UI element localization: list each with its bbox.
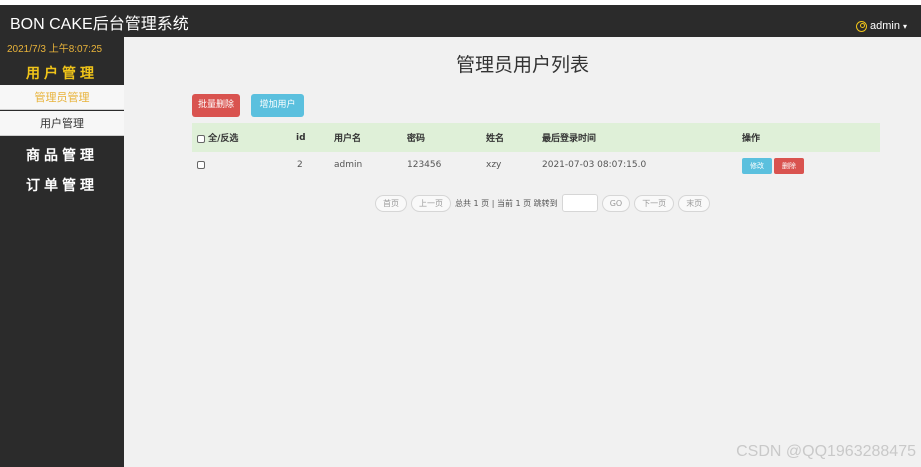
sidebar: 2021/7/3 上午8:07:25 用户管理 管理员管理 用户管理 商品管理 … xyxy=(0,37,124,467)
sidebar-item-user-management[interactable]: 用户管理 xyxy=(0,111,124,136)
select-all-checkbox[interactable] xyxy=(197,134,205,143)
table-row: 2 admin 123456 xzy 2021-07-03 08:07:15.0… xyxy=(192,152,880,178)
menu-order-management[interactable]: 订单管理 xyxy=(0,175,124,195)
top-bar: BON CAKE后台管理系统 admin ▾ xyxy=(0,5,921,37)
watermark: CSDN @QQ1963288475 xyxy=(736,443,916,460)
cell-username: admin xyxy=(334,160,363,170)
select-all-label: 全/反选 xyxy=(208,134,239,144)
edit-button[interactable]: 修改 xyxy=(742,158,772,174)
admin-table: 全/反选 id 用户名 密码 姓名 最后登录时间 操作 2 admin 1234… xyxy=(192,123,880,178)
main-content: 管理员用户列表 批量删除 增加用户 全/反选 id 用户名 密码 姓名 最后登录… xyxy=(124,37,921,467)
user-name: admin xyxy=(870,20,900,32)
menu-user-management[interactable]: 用户管理 xyxy=(0,63,124,83)
add-user-button[interactable]: 增加用户 xyxy=(251,94,304,117)
row-checkbox[interactable] xyxy=(197,160,205,170)
cell-id: 2 xyxy=(297,160,303,170)
select-all[interactable]: 全/反选 xyxy=(197,131,238,144)
batch-delete-button[interactable]: 批量删除 xyxy=(192,94,240,117)
page-jump-input[interactable] xyxy=(561,194,598,212)
table-header: 全/反选 id 用户名 密码 姓名 最后登录时间 操作 xyxy=(192,123,880,152)
cell-name: xzy xyxy=(486,160,502,170)
first-page-button[interactable]: 首页 xyxy=(375,194,407,212)
col-name: 姓名 xyxy=(486,134,505,144)
cell-last-login: 2021-07-03 08:07:15.0 xyxy=(542,160,647,170)
col-id: id xyxy=(296,132,306,143)
user-icon xyxy=(856,20,868,32)
user-menu[interactable]: admin ▾ xyxy=(856,20,907,32)
clock: 2021/7/3 上午8:07:25 xyxy=(7,44,103,55)
col-last-login: 最后登录时间 xyxy=(542,134,597,144)
col-username: 用户名 xyxy=(334,134,362,144)
pagination: 首页 上一页 总共 1 页 | 当前 1 页 跳转到 GO 下一页 末页 xyxy=(375,194,711,212)
sidebar-item-admin-management[interactable]: 管理员管理 xyxy=(0,85,124,110)
go-button[interactable]: GO xyxy=(601,194,631,212)
page-title: 管理员用户列表 xyxy=(455,54,589,76)
page-info: 总共 1 页 | 当前 1 页 跳转到 xyxy=(455,198,558,208)
delete-button[interactable]: 删除 xyxy=(774,158,804,174)
cell-password: 123456 xyxy=(407,160,442,170)
app-title: BON CAKE后台管理系统 xyxy=(10,16,189,33)
last-page-button[interactable]: 末页 xyxy=(678,194,711,212)
prev-page-button[interactable]: 上一页 xyxy=(411,194,451,212)
next-page-button[interactable]: 下一页 xyxy=(634,194,675,212)
caret-down-icon: ▾ xyxy=(902,21,907,31)
col-actions: 操作 xyxy=(742,134,761,144)
col-password: 密码 xyxy=(407,134,426,144)
menu-product-management[interactable]: 商品管理 xyxy=(0,145,124,165)
